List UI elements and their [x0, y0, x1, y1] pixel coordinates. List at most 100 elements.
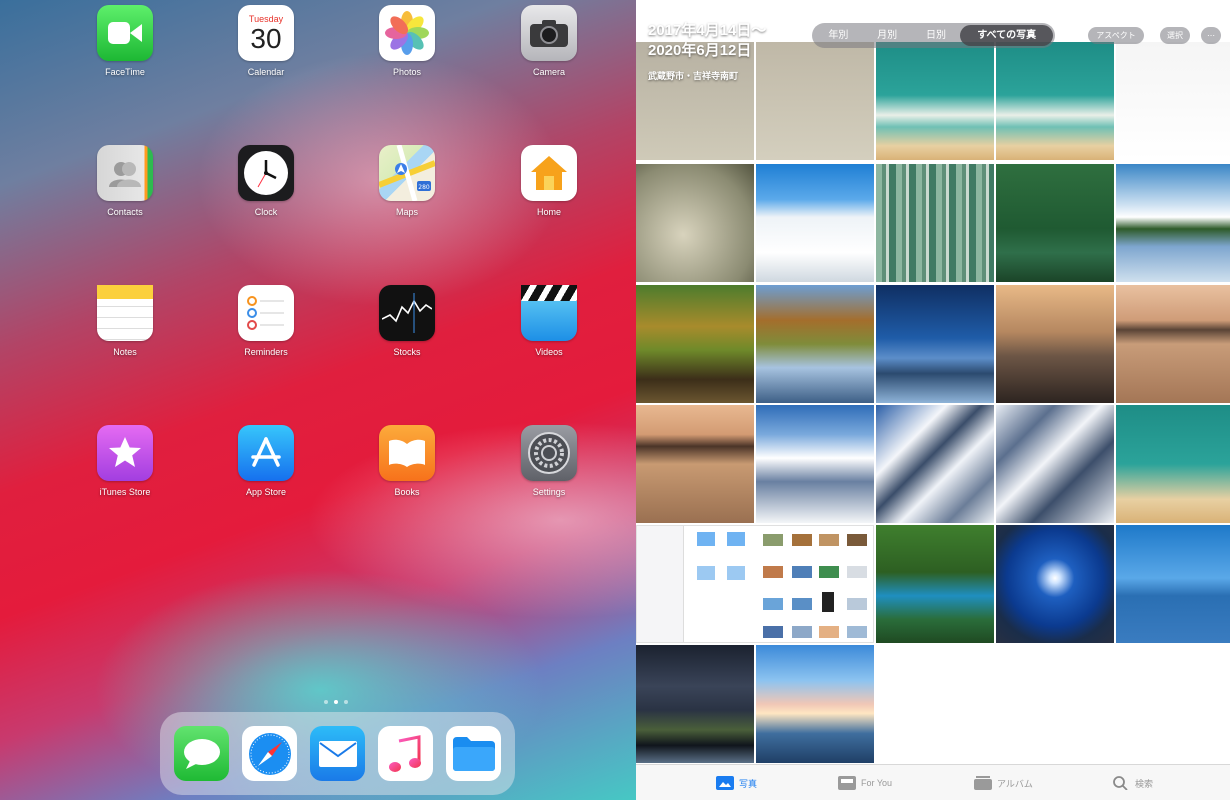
photo-thumbnail[interactable]	[1116, 42, 1230, 160]
photo-thumbnail[interactable]	[636, 645, 754, 763]
app-label: Photos	[392, 67, 422, 77]
tab-months[interactable]: 月別	[863, 25, 912, 46]
app-notes[interactable]: Notes	[85, 285, 165, 357]
app-facetime[interactable]: FaceTime	[85, 5, 165, 77]
dock-music[interactable]	[378, 726, 433, 781]
page-dot-current	[334, 700, 338, 704]
photo-thumbnail[interactable]	[636, 164, 754, 282]
photo-thumbnail[interactable]	[876, 525, 994, 643]
app-label: Camera	[532, 67, 565, 77]
tab-years[interactable]: 年別	[814, 25, 863, 46]
photos-tab-icon	[716, 776, 734, 790]
location-label: 武蔵野市・吉祥寺南町	[648, 71, 739, 81]
app-label: Clock	[254, 207, 278, 217]
photo-thumbnail[interactable]	[756, 164, 874, 282]
page-dot	[344, 700, 348, 704]
app-videos[interactable]: Videos	[509, 285, 589, 357]
photos-flower-icon	[379, 5, 435, 61]
app-calendar[interactable]: Tuesday 30 Calendar	[226, 5, 306, 77]
calendar-date: 30	[250, 23, 282, 54]
photo-thumbnail[interactable]	[876, 405, 994, 523]
app-label: Contacts	[107, 207, 143, 217]
calendar-icon: Tuesday 30	[238, 5, 294, 61]
envelope-icon	[318, 740, 357, 767]
status-battery: 100%	[1204, 2, 1222, 9]
app-settings[interactable]: Settings	[509, 425, 589, 497]
app-photos[interactable]: Photos	[367, 5, 447, 77]
app-label: FaceTime	[105, 67, 145, 77]
photo-thumbnail[interactable]	[996, 42, 1114, 160]
tab-label: アルバム	[997, 778, 1033, 789]
photo-thumbnail[interactable]	[1116, 405, 1230, 523]
tab-albums[interactable]: アルバム	[974, 774, 1033, 792]
aspect-button[interactable]: アスペクト	[1088, 27, 1144, 44]
maps-shield-number: 280	[418, 184, 430, 191]
photo-thumbnail[interactable]	[1116, 285, 1230, 403]
photo-thumbnail-screenshot[interactable]	[636, 525, 874, 643]
photo-thumbnail[interactable]	[636, 285, 754, 403]
app-contacts[interactable]: Contacts	[85, 145, 165, 217]
tab-label: For You	[861, 778, 893, 788]
app-label: Settings	[532, 487, 566, 497]
videos-clapper-icon	[521, 285, 577, 341]
status-time: 10:51 · 6月12日(金)	[648, 4, 710, 11]
app-label: Books	[394, 487, 420, 497]
app-app-store[interactable]: App Store	[226, 425, 306, 497]
tab-days[interactable]: 日別	[912, 25, 961, 46]
app-label: Home	[536, 207, 561, 217]
for-you-tab-icon	[838, 776, 856, 790]
app-label: iTunes Store	[99, 487, 151, 497]
app-clock[interactable]: Clock	[226, 145, 306, 217]
star-icon	[97, 425, 153, 481]
page-dot	[324, 700, 328, 704]
photo-thumbnail[interactable]	[1116, 525, 1230, 643]
tab-for-you[interactable]: For You	[838, 774, 892, 792]
app-reminders[interactable]: Reminders	[226, 285, 306, 357]
photo-thumbnail[interactable]	[1116, 164, 1230, 282]
photo-thumbnail[interactable]	[756, 645, 874, 763]
dock-files[interactable]	[446, 726, 501, 781]
date-range-start: 2017年4月14日〜	[648, 22, 767, 39]
app-books[interactable]: Books	[367, 425, 447, 497]
albums-tab-icon	[974, 776, 992, 790]
view-segmented-control: 年別 月別 日別 すべての写真	[812, 23, 1055, 48]
maps-icon: 280	[379, 145, 435, 201]
stocks-icon	[379, 285, 435, 341]
app-camera[interactable]: Camera	[509, 5, 589, 77]
date-range-header: 2017年4月14日〜 2020年6月12日 武蔵野市・吉祥寺南町	[648, 21, 766, 82]
app-label: Reminders	[244, 347, 288, 357]
dock-mail[interactable]	[310, 726, 365, 781]
photo-thumbnail[interactable]	[756, 42, 874, 160]
select-button[interactable]: 選択	[1160, 27, 1190, 44]
tab-search[interactable]: 検索	[1112, 774, 1153, 792]
more-button[interactable]: ⋯	[1201, 27, 1221, 44]
app-label: Videos	[535, 347, 563, 357]
search-tab-icon	[1113, 776, 1128, 790]
photo-thumbnail[interactable]	[996, 164, 1114, 282]
photo-thumbnail[interactable]	[996, 405, 1114, 523]
reminders-icon	[238, 285, 294, 341]
photo-thumbnail[interactable]	[876, 164, 994, 282]
tab-label: 検索	[1135, 778, 1154, 789]
tab-photos[interactable]: 写真	[716, 774, 757, 792]
contacts-icon	[97, 145, 153, 201]
page-indicator[interactable]	[321, 691, 351, 709]
photo-thumbnail[interactable]	[996, 525, 1114, 643]
gear-icon	[521, 425, 577, 481]
app-stocks[interactable]: Stocks	[367, 285, 447, 357]
app-label: Calendar	[247, 67, 285, 77]
app-itunes-store[interactable]: iTunes Store	[85, 425, 165, 497]
dock-safari[interactable]	[242, 726, 297, 781]
photo-thumbnail[interactable]	[876, 285, 994, 403]
app-home[interactable]: Home	[509, 145, 589, 217]
photo-thumbnail[interactable]	[756, 405, 874, 523]
photo-thumbnail[interactable]	[636, 405, 754, 523]
message-bubble-icon	[183, 738, 220, 769]
photo-thumbnail[interactable]	[756, 285, 874, 403]
photo-thumbnail[interactable]	[996, 285, 1114, 403]
app-maps[interactable]: 280 Maps	[367, 145, 447, 217]
dock-messages[interactable]	[174, 726, 229, 781]
photo-thumbnail[interactable]	[876, 42, 994, 160]
ipad-home-screen: FaceTime Tuesday 30 Calendar Photos Came…	[0, 0, 636, 800]
tab-all-photos[interactable]: すべての写真	[960, 25, 1054, 46]
